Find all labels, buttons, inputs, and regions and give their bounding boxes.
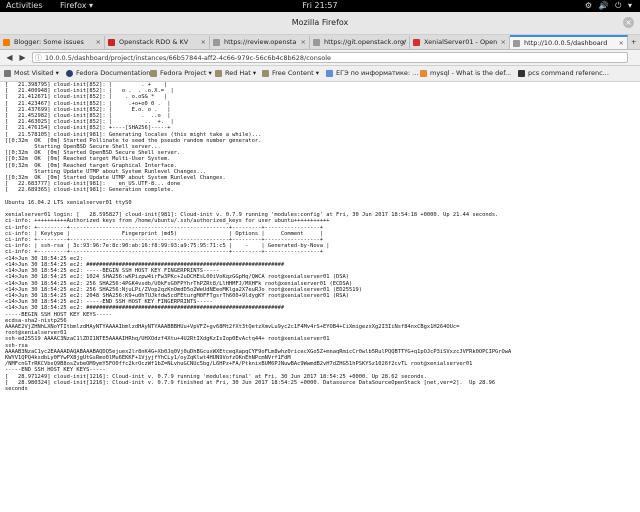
bookmark-pcs-command[interactable]: pcs command referenc... (518, 68, 609, 79)
tab-label: Openstack RDO & KV (119, 38, 189, 46)
bookmark-most-visited[interactable]: Most Visited ▾ (4, 68, 59, 79)
back-arrow-icon: ◀ (6, 53, 13, 62)
tab-openstack-rdo[interactable]: Openstack RDO & KV × (105, 36, 210, 49)
tab-bar: Blogger: Some issues × Openstack RDO & K… (0, 35, 640, 50)
console-line: seconds (5, 385, 28, 392)
folder-icon (262, 70, 269, 77)
bookmark-ege-informatika[interactable]: ЕГЭ по информатике: ... (326, 68, 418, 79)
tab-xenialserver01[interactable]: XenialServer01 - Open × (410, 36, 510, 49)
bookmark-label: Fedora Documentation (76, 69, 151, 77)
info-icon[interactable]: ⓘ (35, 53, 42, 64)
bookmark-label: Most Visited ▾ (14, 69, 59, 77)
gear-icon (4, 70, 11, 77)
bookmark-fedora-project[interactable]: Fedora Project ▾ (150, 68, 212, 79)
openstack-favicon-icon (413, 39, 420, 46)
tab-label: http://10.0.0.5/dashboard (524, 39, 608, 47)
bookmark-label: Free Content ▾ (272, 69, 320, 77)
fedora-icon (66, 70, 73, 77)
tab-label: https://git.openstack.org/ (324, 38, 407, 46)
tab-blogger[interactable]: Blogger: Some issues × (0, 36, 105, 49)
close-tab-icon[interactable]: × (96, 36, 101, 49)
bookmark-mysql[interactable]: mysql - What is the def... (420, 68, 511, 79)
page-favicon-icon (420, 70, 427, 77)
window-titlebar: Mozilla Firefox × (0, 12, 640, 35)
close-tab-icon[interactable]: × (619, 37, 624, 49)
folder-icon (150, 70, 157, 77)
close-tab-icon[interactable]: × (401, 36, 406, 49)
tab-dashboard-console[interactable]: http://10.0.0.5/dashboard × (510, 35, 628, 49)
url-input[interactable]: ⓘ 10.0.0.5/dashboard/project/instances/6… (32, 52, 628, 63)
clock[interactable]: Fri 21:57 (0, 0, 640, 12)
tab-review-openstack[interactable]: https://review.opensta × (210, 36, 310, 49)
close-tab-icon[interactable]: × (301, 36, 306, 49)
bookmarks-toolbar: Most Visited ▾ Fedora Documentation Fedo… (0, 66, 640, 82)
tab-label: https://review.opensta (224, 38, 297, 46)
page-favicon-icon (513, 40, 520, 47)
forward-button[interactable]: ▶ (17, 52, 28, 63)
forward-arrow-icon: ▶ (19, 53, 26, 62)
bookmark-label: Fedora Project ▾ (160, 69, 212, 77)
gnome-top-bar: Activities Firefox ▾ Fri 21:57 ⚙ 🔊 ⏻ ▾ (0, 0, 640, 12)
bookmark-label: Red Hat ▾ (225, 69, 257, 77)
close-tab-icon[interactable]: × (501, 36, 506, 49)
url-text: 10.0.0.5/dashboard/project/instances/66b… (45, 54, 332, 62)
window-title: Mozilla Firefox (291, 18, 349, 27)
back-button[interactable]: ◀ (4, 52, 15, 63)
page-favicon-icon (326, 70, 333, 77)
instance-console[interactable]: [ 21.398795] cloud-init[852]: | . + |[ 2… (0, 82, 640, 512)
close-tab-icon[interactable]: × (201, 36, 206, 49)
bookmark-label: pcs command referenc... (528, 69, 609, 77)
page-favicon-icon (213, 39, 220, 46)
page-favicon-icon (518, 70, 525, 77)
folder-icon (215, 70, 222, 77)
tab-label: XenialServer01 - Open (424, 38, 498, 46)
bookmark-red-hat[interactable]: Red Hat ▾ (215, 68, 256, 79)
close-window-button[interactable]: × (623, 17, 634, 28)
bookmark-free-content[interactable]: Free Content ▾ (262, 68, 319, 79)
bookmark-label: ЕГЭ по информатике: ... (336, 69, 419, 77)
page-favicon-icon (313, 39, 320, 46)
blogger-favicon-icon (3, 39, 10, 46)
openstack-favicon-icon (108, 39, 115, 46)
bookmark-label: mysql - What is the def... (430, 69, 512, 77)
tab-git-openstack[interactable]: https://git.openstack.org/ × (310, 36, 410, 49)
new-tab-button[interactable]: + (628, 36, 640, 49)
navigation-bar: ◀ ▶ ⓘ 10.0.0.5/dashboard/project/instanc… (0, 50, 640, 66)
console-output: [ 21.398795] cloud-init[852]: | . + |[ 2… (0, 82, 640, 392)
plus-icon: + (631, 38, 637, 46)
system-menu-icons[interactable]: ⚙ 🔊 ⏻ ▾ (585, 0, 634, 12)
bookmark-fedora-documentation[interactable]: Fedora Documentation (66, 68, 150, 79)
tab-label: Blogger: Some issues (14, 38, 84, 46)
